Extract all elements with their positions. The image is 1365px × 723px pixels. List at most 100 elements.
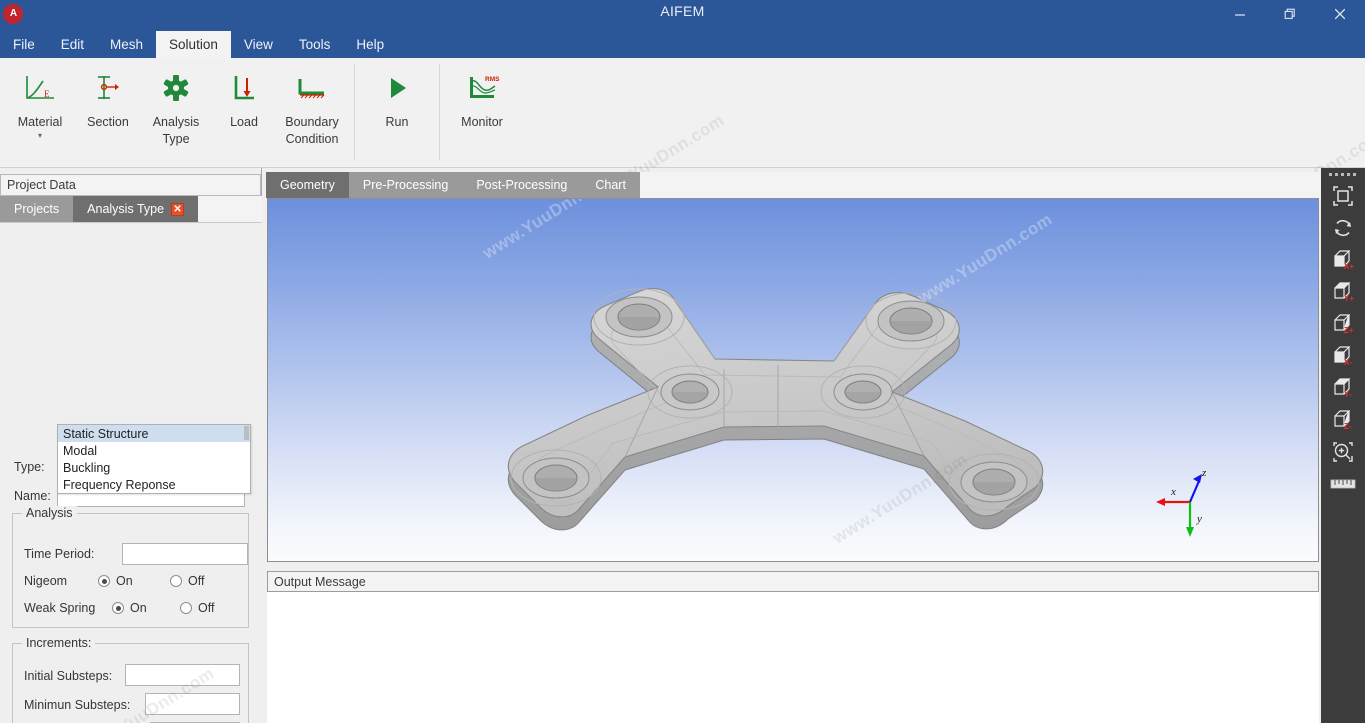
- geometry-viewport-3d[interactable]: www.YuuDnn.com www.YuuDnn.com www.YuuDnn…: [267, 198, 1319, 562]
- ribbon-button-monitor[interactable]: RMS Monitor: [448, 58, 516, 131]
- ribbon-button-run[interactable]: Run: [363, 58, 431, 131]
- name-label: Name:: [14, 489, 51, 503]
- menu-item-view[interactable]: View: [231, 31, 286, 58]
- output-message-body[interactable]: [267, 592, 1319, 723]
- view-cube-xplus-icon[interactable]: X+: [1321, 244, 1365, 276]
- nigeom-on-label: On: [116, 574, 133, 588]
- ribbon-label-run: Run: [385, 115, 409, 129]
- time-period-label: Time Period:: [24, 547, 95, 561]
- view-cube-yplus-icon[interactable]: Y+: [1321, 276, 1365, 308]
- ribbon-button-boundary-condition[interactable]: Boundary Condition: [278, 58, 346, 148]
- rotate-view-icon[interactable]: [1321, 212, 1365, 244]
- weak-spring-radio-off[interactable]: Off: [180, 601, 214, 615]
- view-cube-zplus-icon[interactable]: Z+: [1321, 308, 1365, 340]
- dropdown-option-modal[interactable]: Modal: [58, 442, 250, 459]
- view-cube-zminus-icon[interactable]: Z-: [1321, 404, 1365, 436]
- nigeom-label: Nigeom: [24, 574, 68, 588]
- tab-chart[interactable]: Chart: [581, 172, 640, 198]
- restore-icon[interactable]: [1265, 0, 1315, 28]
- ribbon-separator-1: [354, 64, 355, 160]
- ribbon-label-monitor: Monitor: [461, 115, 503, 129]
- measure-ruler-icon[interactable]: [1321, 468, 1365, 500]
- nigeom-radio-off[interactable]: Off: [170, 574, 204, 588]
- view-cube-yminus-icon[interactable]: Y-: [1321, 372, 1365, 404]
- ribbon-label-section: Section: [87, 115, 129, 129]
- ribbon-label-boundary-line2: Condition: [285, 132, 339, 146]
- svg-text:Y-: Y-: [1344, 390, 1352, 399]
- ribbon-separator-2: [439, 64, 440, 160]
- menu-item-mesh[interactable]: Mesh: [97, 31, 156, 58]
- tab-close-icon[interactable]: ✕: [171, 202, 185, 216]
- radio-off-icon: [180, 602, 192, 614]
- time-period-value: [123, 544, 247, 547]
- view-cube-xminus-icon[interactable]: X-: [1321, 340, 1365, 372]
- ribbon-button-section[interactable]: Section: [74, 58, 142, 131]
- ribbon-label-analysis-line1: Analysis: [152, 115, 200, 129]
- zoom-in-icon[interactable]: [1321, 436, 1365, 468]
- left-panel: Project Data Projects Analysis Type ✕ Ty…: [0, 168, 262, 723]
- svg-text:RMS: RMS: [485, 76, 500, 83]
- menu-item-edit[interactable]: Edit: [48, 31, 97, 58]
- weak-spring-label: Weak Spring: [24, 601, 96, 615]
- ribbon-button-load[interactable]: Load: [210, 58, 278, 131]
- output-message-text: [267, 592, 1319, 600]
- chevron-down-icon[interactable]: ▾: [38, 132, 42, 140]
- dropdown-option-static-structure[interactable]: Static Structure: [58, 425, 250, 442]
- svg-text:X-: X-: [1344, 358, 1352, 367]
- dropdown-scrollbar[interactable]: [244, 426, 249, 440]
- radio-on-icon: [112, 602, 124, 614]
- svg-text:Z+: Z+: [1344, 326, 1354, 335]
- menu-item-help[interactable]: Help: [343, 31, 397, 58]
- axis-label-z: z: [1201, 467, 1207, 479]
- application-window: A AIFEM File Edit Mesh Solution View Too…: [0, 0, 1365, 723]
- axis-label-y: y: [1196, 513, 1202, 525]
- left-panel-tabstrip: Projects Analysis Type ✕: [0, 196, 262, 222]
- tab-geometry[interactable]: Geometry: [266, 172, 349, 198]
- ribbon-button-analysis-type[interactable]: Analysis Type: [142, 58, 210, 148]
- nigeom-radio-on[interactable]: On: [98, 574, 133, 588]
- view-tools-toolbar: X+ Y+ Z+ X- Y- Z-: [1321, 168, 1365, 723]
- menu-item-tools[interactable]: Tools: [286, 31, 344, 58]
- minimize-icon[interactable]: [1215, 0, 1265, 28]
- fit-to-screen-icon[interactable]: [1321, 180, 1365, 212]
- minimum-substeps-value: [146, 694, 239, 697]
- window-controls: [1215, 0, 1365, 28]
- minimum-substeps-input[interactable]: [145, 693, 240, 715]
- tab-analysis-type[interactable]: Analysis Type ✕: [73, 196, 199, 222]
- material-curve-icon: E: [23, 68, 57, 108]
- initial-substeps-value: [126, 665, 239, 668]
- ribbon-button-material[interactable]: E Material ▾: [6, 58, 74, 140]
- type-dropdown-list[interactable]: Static Structure Modal Buckling Frequenc…: [57, 424, 251, 494]
- load-arrow-icon: [228, 68, 260, 108]
- window-title: AIFEM: [660, 3, 705, 19]
- radio-on-icon: [98, 575, 110, 587]
- title-bar: A AIFEM File Edit Mesh Solution View Too…: [0, 0, 1365, 58]
- menu-item-solution[interactable]: Solution: [156, 31, 231, 58]
- tab-projects[interactable]: Projects: [0, 196, 74, 222]
- boundary-condition-icon: [294, 68, 330, 108]
- ribbon-label-load: Load: [230, 115, 258, 129]
- ribbon-label-analysis-type: Analysis Type: [137, 114, 215, 148]
- dropdown-option-frequency-reponse[interactable]: Frequency Reponse: [58, 476, 250, 493]
- initial-substeps-input[interactable]: [125, 664, 240, 686]
- svg-text:Y+: Y+: [1344, 294, 1354, 303]
- svg-text:Z-: Z-: [1344, 422, 1352, 431]
- tab-post-processing[interactable]: Post-Processing: [462, 172, 582, 198]
- toolbar-drag-handle[interactable]: [1329, 173, 1357, 176]
- project-data-header: Project Data: [0, 174, 261, 196]
- output-message-bar: Output Message: [267, 571, 1319, 592]
- play-run-icon: [382, 68, 412, 108]
- tab-pre-processing[interactable]: Pre-Processing: [348, 172, 463, 198]
- weak-spring-off-label: Off: [198, 601, 215, 615]
- time-period-input[interactable]: [122, 543, 248, 565]
- svg-text:X+: X+: [1344, 262, 1354, 271]
- menu-item-file[interactable]: File: [0, 31, 48, 58]
- weak-spring-radio-on[interactable]: On: [112, 601, 147, 615]
- ribbon-label-boundary-line1: Boundary: [285, 115, 339, 129]
- initial-substeps-label: Initial Substeps:: [24, 669, 113, 683]
- ribbon-label-boundary-condition: Boundary Condition: [273, 114, 351, 148]
- close-icon[interactable]: [1315, 0, 1365, 28]
- ribbon-label-analysis-line2: Type: [162, 132, 190, 146]
- dropdown-option-buckling[interactable]: Buckling: [58, 459, 250, 476]
- axis-triad-indicator: x y z: [1156, 467, 1207, 537]
